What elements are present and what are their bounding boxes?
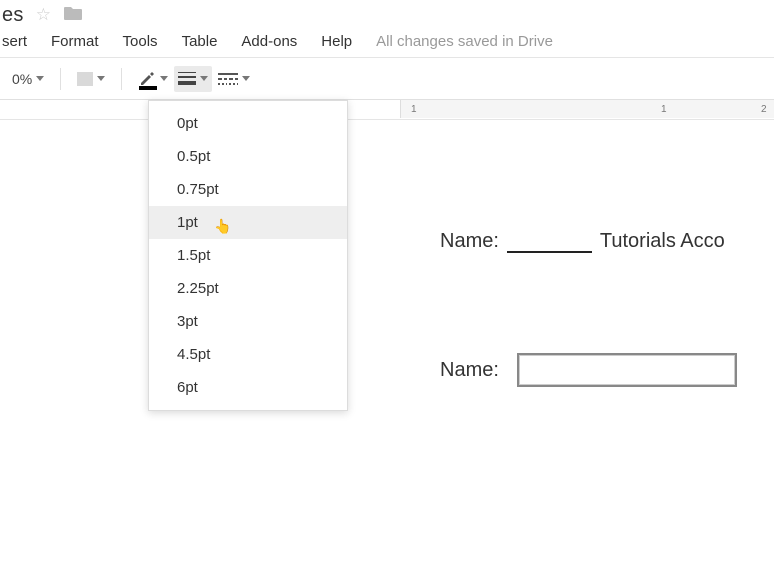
menu-table[interactable]: Table <box>170 31 230 52</box>
chevron-down-icon <box>242 76 250 81</box>
toolbar: 0% <box>0 58 774 100</box>
menu-insert[interactable]: sert <box>0 31 39 52</box>
border-width-option[interactable]: 0.75pt <box>149 173 347 206</box>
border-width-option[interactable]: 0.5pt <box>149 140 347 173</box>
line-weight-icon <box>178 72 196 86</box>
border-width-button[interactable] <box>174 66 212 92</box>
underline-blank <box>507 233 592 253</box>
document-line: Name: <box>440 353 774 387</box>
document-page[interactable]: Name: Tutorials Acco Name: <box>400 120 774 579</box>
menu-format[interactable]: Format <box>39 31 111 52</box>
cursor-pointer-icon: 👆 <box>214 218 231 235</box>
field-value: Tutorials Acco <box>600 230 725 253</box>
border-width-option[interactable]: 2.25pt <box>149 272 347 305</box>
border-dash-icon <box>218 73 238 85</box>
border-dash-button[interactable] <box>214 66 254 92</box>
save-status: All changes saved in Drive <box>364 33 553 50</box>
fill-swatch-icon <box>77 72 93 86</box>
chevron-down-icon <box>36 76 44 81</box>
field-label: Name: <box>440 230 499 253</box>
border-width-option[interactable]: 1pt <box>149 206 347 239</box>
chevron-down-icon <box>97 76 105 81</box>
ruler-tray: 1 1 2 <box>400 100 774 118</box>
border-color-button[interactable] <box>134 66 172 92</box>
chevron-down-icon <box>200 76 208 81</box>
ruler[interactable]: 1 1 2 <box>0 100 774 120</box>
zoom-value: 0% <box>12 71 32 87</box>
color-underline <box>139 86 157 90</box>
table-cell[interactable] <box>517 353 737 387</box>
border-width-option[interactable]: 1.5pt <box>149 239 347 272</box>
chevron-down-icon <box>160 76 168 81</box>
border-width-option[interactable]: 3pt <box>149 305 347 338</box>
border-width-dropdown: 0pt 0.5pt 0.75pt 1pt 1.5pt 2.25pt 3pt 4.… <box>148 100 348 411</box>
menu-bar: sert Format Tools Table Add-ons Help All… <box>0 28 774 58</box>
ruler-tick: 1 <box>411 104 417 115</box>
folder-icon[interactable] <box>63 5 83 26</box>
field-label: Name: <box>440 359 499 382</box>
document-line: Name: Tutorials Acco <box>440 230 774 253</box>
toolbar-separator <box>121 68 122 90</box>
ruler-tick: 2 <box>761 104 767 115</box>
toolbar-separator <box>60 68 61 90</box>
border-width-option[interactable]: 4.5pt <box>149 338 347 371</box>
menu-addons[interactable]: Add-ons <box>229 31 309 52</box>
border-width-option[interactable]: 6pt <box>149 371 347 404</box>
document-title[interactable]: es <box>0 4 24 27</box>
border-width-option[interactable]: 0pt <box>149 107 347 140</box>
title-bar: es ☆ <box>0 0 774 28</box>
star-icon[interactable]: ☆ <box>36 5 51 25</box>
ruler-tick: 1 <box>661 104 667 115</box>
zoom-dropdown[interactable]: 0% <box>8 66 48 92</box>
menu-tools[interactable]: Tools <box>111 31 170 52</box>
menu-help[interactable]: Help <box>309 31 364 52</box>
fill-color-button[interactable] <box>73 66 109 92</box>
